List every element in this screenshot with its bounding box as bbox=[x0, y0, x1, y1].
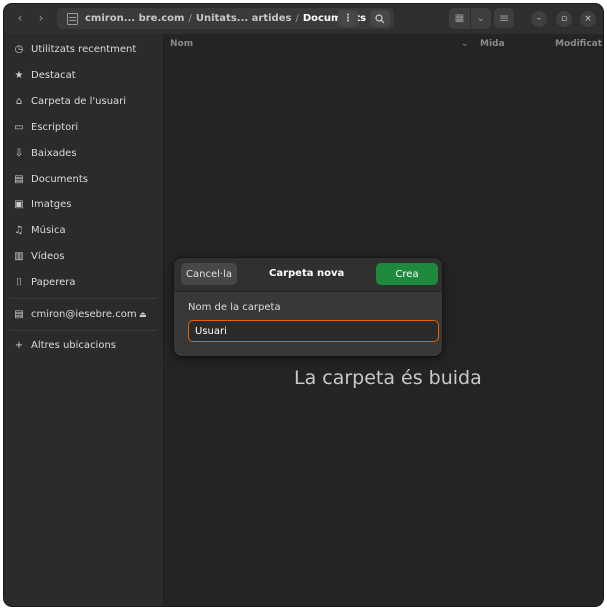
sidebar-item-label: Baixades bbox=[31, 147, 77, 159]
sidebar-divider bbox=[10, 330, 157, 331]
eject-icon[interactable]: ⏏ bbox=[139, 310, 147, 319]
close-icon: × bbox=[584, 14, 592, 24]
sidebar-item-label: Imatges bbox=[31, 198, 72, 210]
kebab-icon: ⋮ bbox=[343, 13, 353, 24]
sidebar-item-trash[interactable]: ⌷ Paperera bbox=[4, 271, 163, 293]
column-header-name[interactable]: Nom bbox=[170, 39, 193, 49]
sidebar-item-home[interactable]: ⌂ Carpeta de l'usuari bbox=[4, 90, 163, 112]
grid-view-button[interactable]: ▦ bbox=[449, 8, 470, 29]
chevron-left-icon: ‹ bbox=[17, 11, 23, 25]
forward-button[interactable]: › bbox=[31, 8, 51, 28]
path-bar[interactable]: cmiron... bre.com / Unitats... artides /… bbox=[57, 8, 394, 29]
video-icon: ▥ bbox=[14, 250, 24, 262]
image-icon: ▣ bbox=[14, 198, 24, 210]
cancel-button[interactable]: Cancel·la bbox=[181, 263, 237, 285]
file-manager-window: ‹ › cmiron... bre.com / Unitats... artid… bbox=[4, 4, 603, 606]
sidebar: ◷ Utilitzats recentment ★ Destacat ⌂ Car… bbox=[4, 34, 164, 606]
chevron-down-icon: ⌄ bbox=[476, 13, 486, 24]
clock-icon: ◷ bbox=[14, 43, 24, 55]
sidebar-item-starred[interactable]: ★ Destacat bbox=[4, 64, 163, 86]
download-icon: ⇩ bbox=[14, 147, 24, 159]
sidebar-item-desktop[interactable]: ▭ Escriptori bbox=[4, 116, 163, 138]
search-button[interactable] bbox=[370, 10, 390, 27]
sidebar-item-label: Documents bbox=[31, 173, 89, 185]
document-icon: ▤ bbox=[14, 173, 24, 185]
sidebar-divider bbox=[10, 298, 157, 299]
empty-folder-message: La carpeta és buida bbox=[294, 367, 482, 389]
path-menu-button[interactable]: ⋮ bbox=[338, 10, 358, 27]
column-header-size[interactable]: Mida bbox=[480, 39, 505, 49]
header-bar: ‹ › cmiron... bre.com / Unitats... artid… bbox=[4, 4, 603, 35]
sidebar-item-label: Destacat bbox=[31, 69, 76, 81]
sidebar-item-network-drive[interactable]: ▤ cmiron@iesebre.com ⏏ bbox=[4, 303, 163, 325]
sidebar-item-music[interactable]: ♫ Música bbox=[4, 219, 163, 241]
chevron-right-icon: › bbox=[38, 11, 44, 25]
sidebar-item-label: cmiron@iesebre.com bbox=[31, 308, 137, 320]
column-header-modified[interactable]: Modificat bbox=[555, 39, 602, 49]
star-icon: ★ bbox=[14, 69, 24, 81]
search-icon bbox=[375, 13, 385, 23]
sidebar-item-label: Paperera bbox=[31, 276, 76, 288]
folder-name-input[interactable] bbox=[188, 320, 439, 342]
maximize-icon: ▫ bbox=[560, 14, 568, 24]
sidebar-item-label: Vídeos bbox=[31, 250, 65, 262]
sidebar-item-pictures[interactable]: ▣ Imatges bbox=[4, 193, 163, 215]
sidebar-item-label: Altres ubicacions bbox=[31, 339, 117, 351]
new-folder-dialog: Cancel·la Carpeta nova Crea Nom de la ca… bbox=[174, 258, 442, 356]
sidebar-item-videos[interactable]: ▥ Vídeos bbox=[4, 245, 163, 267]
music-icon: ♫ bbox=[14, 224, 24, 236]
view-switcher[interactable]: ▦ ⌄ bbox=[449, 8, 491, 29]
sidebar-item-label: Carpeta de l'usuari bbox=[31, 95, 127, 107]
minimize-icon: – bbox=[536, 14, 542, 24]
create-button[interactable]: Crea bbox=[376, 263, 438, 285]
main-menu-button[interactable]: ≡ bbox=[494, 8, 514, 28]
sidebar-item-documents[interactable]: ▤ Documents bbox=[4, 168, 163, 190]
dialog-header: Cancel·la Carpeta nova Crea bbox=[174, 258, 442, 292]
sidebar-item-label: Música bbox=[31, 224, 66, 236]
sort-chevron-icon[interactable]: ⌄ bbox=[461, 39, 469, 49]
grid-icon: ▦ bbox=[454, 13, 465, 24]
plus-icon: + bbox=[14, 339, 24, 351]
home-icon: ⌂ bbox=[15, 95, 23, 107]
maximize-button[interactable]: ▫ bbox=[556, 11, 572, 27]
folder-name-label: Nom de la carpeta bbox=[188, 302, 281, 313]
view-options-button[interactable]: ⌄ bbox=[471, 8, 491, 29]
sidebar-item-other-locations[interactable]: + Altres ubicacions bbox=[4, 334, 163, 356]
minimize-button[interactable]: – bbox=[531, 11, 547, 27]
sidebar-item-label: Escriptori bbox=[31, 121, 79, 133]
sidebar-item-recent[interactable]: ◷ Utilitzats recentment bbox=[4, 38, 163, 60]
desktop-icon: ▭ bbox=[14, 121, 24, 133]
trash-icon: ⌷ bbox=[16, 276, 22, 288]
sidebar-item-downloads[interactable]: ⇩ Baixades bbox=[4, 142, 163, 164]
hamburger-menu-icon: ≡ bbox=[498, 11, 510, 25]
network-drive-icon bbox=[67, 12, 78, 25]
breadcrumb-root[interactable]: cmiron... bre.com bbox=[81, 13, 188, 24]
back-button[interactable]: ‹ bbox=[10, 8, 30, 28]
network-drive-icon: ▤ bbox=[14, 308, 24, 320]
breadcrumb-current[interactable]: Documents bbox=[299, 13, 370, 24]
sidebar-item-label: Utilitzats recentment bbox=[31, 43, 137, 55]
breadcrumb-middle[interactable]: Unitats... artides bbox=[192, 13, 296, 24]
dialog-title: Carpeta nova bbox=[269, 268, 345, 279]
close-button[interactable]: × bbox=[580, 11, 596, 27]
